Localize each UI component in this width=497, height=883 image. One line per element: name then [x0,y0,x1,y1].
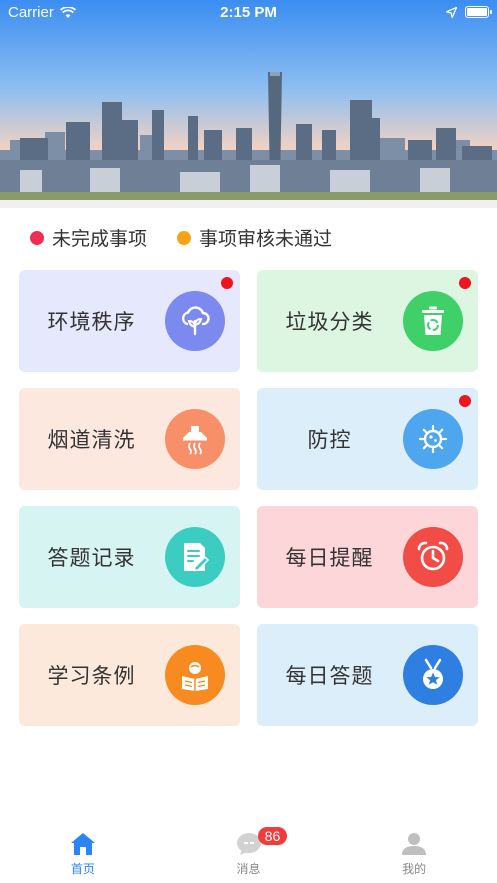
legend-label: 未完成事项 [52,228,148,250]
home-icon [70,833,95,855]
card-answer-records[interactable]: 答题记录 [19,506,240,608]
card-label: 答题记录 [47,546,136,570]
card-epidemic-control[interactable]: 防控 [257,388,478,490]
city-skyline-illustration [0,0,497,200]
card-garbage-sorting[interactable]: 垃圾分类 [257,270,478,372]
status-time: 2:15 PM [220,4,277,21]
location-arrow-icon [446,6,457,18]
card-daily-quiz[interactable]: 每日答题 [257,624,478,726]
card-label: 学习条例 [47,664,136,688]
card-label: 烟道清洗 [47,428,136,452]
alarm-clock-icon [403,527,463,587]
section-divider [0,200,497,208]
tab-label: 首页 [70,862,95,876]
document-edit-icon [165,527,225,587]
card-label: 环境秩序 [47,310,136,334]
recycle-bin-icon [403,291,463,351]
range-hood-icon [165,409,225,469]
orange-dot-icon [177,230,192,245]
banner-image: Carrier 2:15 PM [0,0,497,200]
user-icon [402,833,427,855]
medal-icon [403,645,463,705]
unfinished-badge [221,277,233,289]
tab-home[interactable]: 首页 [0,822,166,883]
unfinished-badge [459,277,471,289]
card-environment-order[interactable]: 环境秩序 [19,270,240,372]
cloud-plant-icon [165,291,225,351]
card-label: 防控 [307,428,352,452]
tab-messages[interactable]: 消息 86 [166,822,332,883]
status-legend: 未完成事项 事项审核未通过 [30,224,332,251]
reading-person-icon [165,645,225,705]
battery-icon [465,6,492,18]
card-label: 每日答题 [285,664,374,688]
legend-incomplete: 未完成事项 [30,224,147,251]
bottom-tab-bar: 首页 消息 86 我的 [0,822,497,883]
card-label: 垃圾分类 [285,310,374,334]
card-flue-cleaning[interactable]: 烟道清洗 [19,388,240,490]
app-screen: Carrier 2:15 PM 未完成事项 事项审核未通过 环境秩序 垃圾分类 … [0,0,497,883]
tab-label: 消息 [236,862,261,876]
card-study-regulations[interactable]: 学习条例 [19,624,240,726]
unfinished-badge [459,395,471,407]
tab-label: 我的 [402,862,427,876]
card-daily-reminder[interactable]: 每日提醒 [257,506,478,608]
legend-label: 事项审核未通过 [199,228,333,250]
feature-grid: 环境秩序 垃圾分类 烟道清洗 防控 答题记录 每日提醒 学习条例 每日答题 [19,270,478,726]
status-bar: Carrier 2:15 PM [0,0,497,26]
legend-rejected: 事项审核未通过 [177,224,332,251]
card-label: 每日提醒 [285,546,374,570]
unread-count-badge: 86 [257,827,288,845]
virus-icon [403,409,463,469]
tab-profile[interactable]: 我的 [331,822,497,883]
red-dot-icon [30,230,44,245]
